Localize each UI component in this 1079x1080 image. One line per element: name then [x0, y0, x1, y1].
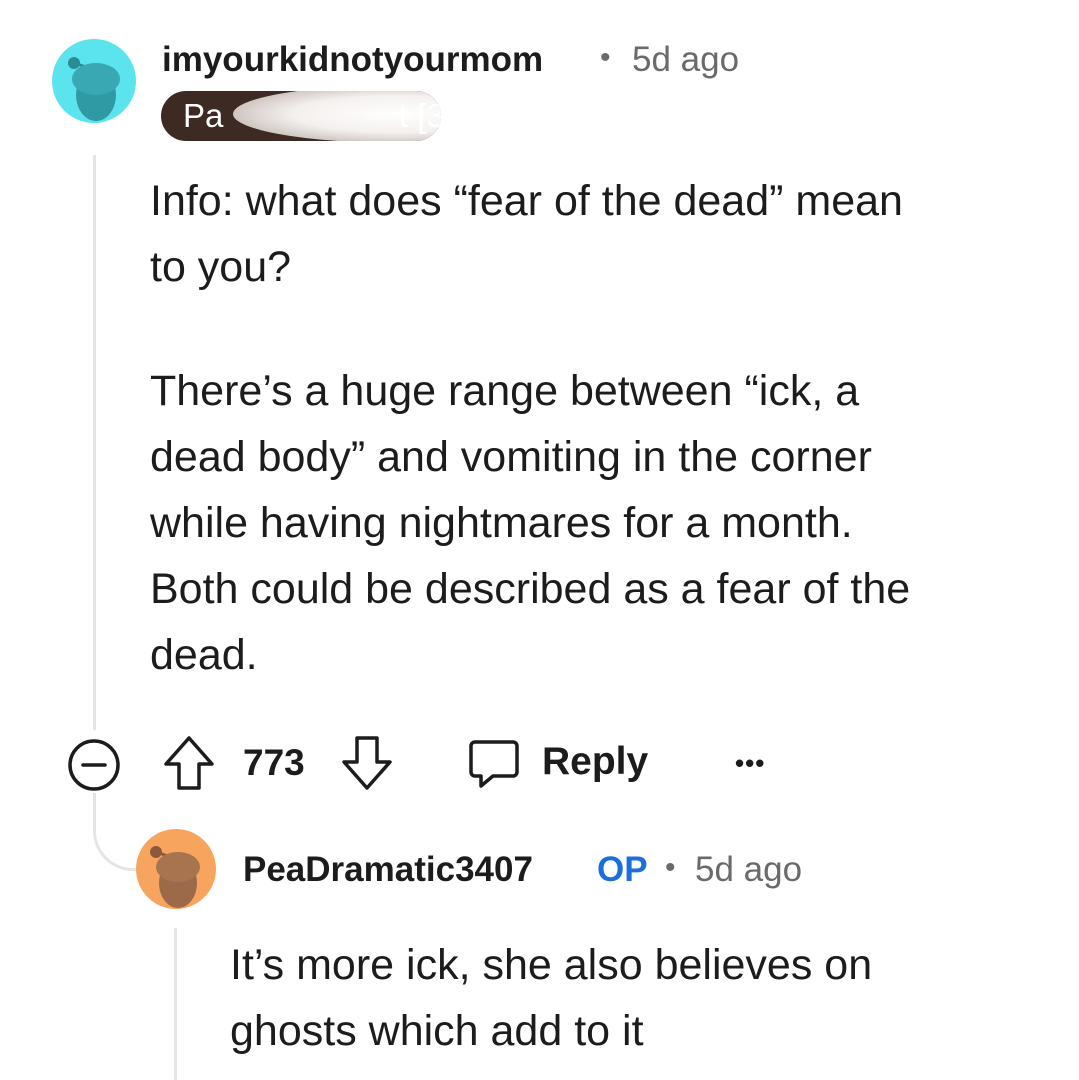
- more-options-button[interactable]: •••: [735, 748, 765, 779]
- comment-line: to you?: [150, 243, 292, 291]
- separator-dot: •: [600, 41, 611, 74]
- reply-user-avatar[interactable]: [136, 829, 216, 909]
- comment-line: There’s a huge range between “ick, a: [150, 367, 860, 415]
- reply-line: ghosts which add to it: [230, 1007, 644, 1055]
- collapse-button[interactable]: [67, 738, 121, 797]
- separator-dot: •: [665, 851, 676, 884]
- thread-line-main: [93, 155, 96, 730]
- reply-timestamp: 5d ago: [695, 850, 803, 889]
- user-flair: Pa t [3]: [161, 91, 441, 141]
- vote-score: 773: [243, 742, 305, 783]
- op-badge: OP: [597, 850, 648, 889]
- thread-line-reply: [174, 928, 177, 1080]
- downvote-button[interactable]: [340, 734, 394, 797]
- collapse-icon: [68, 739, 120, 791]
- comment-line: dead body” and vomiting in the corner: [150, 433, 872, 481]
- comment-line: Both could be described as a fear of the: [150, 565, 911, 613]
- reply-body: It’s more ick, she also believes on ghos…: [230, 932, 872, 1064]
- comment-line: Info: what does “fear of the dead” mean: [150, 177, 903, 225]
- upvote-arrow-icon: [164, 736, 214, 790]
- reply-label: Reply: [542, 740, 649, 783]
- comment-line: dead.: [150, 631, 258, 679]
- reply-button[interactable]: Reply: [467, 736, 657, 792]
- comment-body: Info: what does “fear of the dead” mean …: [150, 168, 910, 688]
- more-options-icon: •••: [735, 748, 766, 778]
- flair-text-end: t [3]: [399, 97, 441, 134]
- upvote-button[interactable]: [162, 734, 216, 797]
- comment-timestamp: 5d ago: [632, 40, 740, 79]
- comment-username[interactable]: imyourkidnotyourmom: [162, 40, 543, 80]
- flair-text-start: Pa: [183, 97, 224, 134]
- reply-username[interactable]: PeaDramatic3407: [243, 850, 533, 890]
- snoo-avatar-icon: [136, 829, 216, 909]
- downvote-arrow-icon: [342, 736, 392, 790]
- snoo-avatar-icon: [52, 39, 136, 123]
- user-avatar[interactable]: [52, 39, 136, 123]
- comment-bubble-icon: [469, 740, 519, 788]
- comment-line: while having nightmares for a month.: [150, 499, 853, 547]
- reply-line: It’s more ick, she also believes on: [230, 941, 873, 989]
- thread-line-branch: [93, 793, 139, 871]
